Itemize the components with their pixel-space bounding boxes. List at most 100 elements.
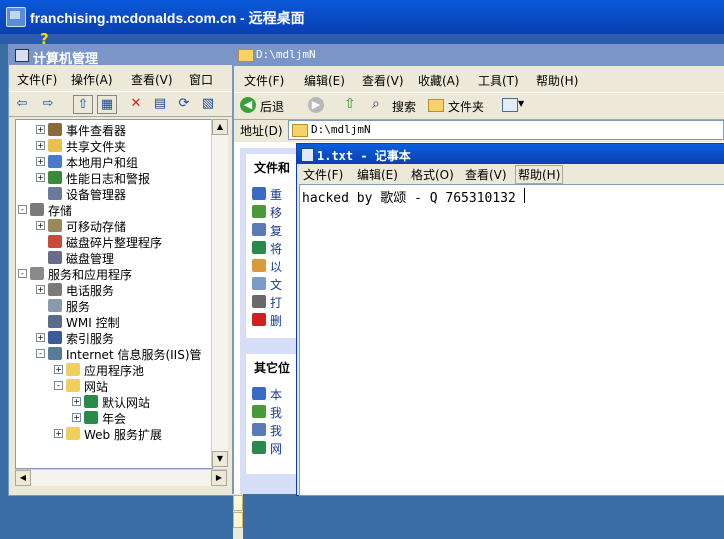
tree-item-label: 设备管理器 [66, 188, 127, 202]
collapse-icon[interactable]: - [36, 349, 45, 358]
tree-item[interactable]: - 网站 [16, 378, 212, 394]
tree-item-label: WMI 控制 [66, 316, 120, 330]
task-icon [252, 405, 266, 418]
tree-item[interactable]: - 服务和应用程序 [16, 266, 212, 282]
menu-window[interactable]: 窗口 [189, 71, 213, 88]
expand-icon[interactable]: + [36, 221, 45, 230]
tree-item[interactable]: + 电话服务 [16, 282, 212, 298]
menu-edit[interactable]: 编辑(E) [357, 166, 398, 183]
menu-action[interactable]: 操作(A) [71, 71, 113, 88]
properties-icon[interactable]: ▤ [151, 95, 169, 112]
task-label: 我 [270, 424, 283, 438]
delete-icon[interactable]: ✕ [127, 95, 145, 112]
tree-item[interactable]: + 索引服务 [16, 330, 212, 346]
expand-icon[interactable]: + [36, 125, 45, 134]
tree-item[interactable]: - 存储 [16, 202, 212, 218]
indexing-icon [48, 331, 62, 344]
tree-item[interactable]: + 本地用户和组 [16, 154, 212, 170]
expand-icon[interactable]: + [36, 141, 45, 150]
task-label: 本 [270, 388, 283, 402]
expand-icon[interactable]: + [36, 173, 45, 182]
explorer-titlebar: D:\mdljmN [234, 44, 724, 66]
expand-icon[interactable]: + [36, 157, 45, 166]
menu-help[interactable]: 帮助(H) [536, 72, 578, 89]
scroll-up-button[interactable]: ▲ [212, 119, 228, 135]
forward-arrow-icon[interactable]: ▶ [308, 97, 324, 113]
tree-item[interactable]: 磁盘碎片整理程序 [16, 234, 212, 250]
up-folder-icon[interactable]: ⇧ [344, 96, 356, 112]
views-icon[interactable] [502, 98, 518, 112]
expand-icon[interactable]: + [54, 365, 63, 374]
expand-icon[interactable]: + [72, 397, 81, 406]
tree-item[interactable]: + 性能日志和警报 [16, 170, 212, 186]
task-label: 打 [270, 296, 283, 310]
menu-edit[interactable]: 编辑(E) [304, 72, 345, 89]
tree-item[interactable]: + 事件查看器 [16, 122, 212, 138]
tree-item-label: 网站 [84, 380, 109, 394]
menu-file[interactable]: 文件(F) [303, 166, 343, 183]
menu-format[interactable]: 格式(O) [411, 166, 454, 183]
tree-item-label: 磁盘管理 [66, 252, 115, 266]
tree-item[interactable]: 磁盘管理 [16, 250, 212, 266]
folders-icon[interactable] [428, 99, 444, 112]
tree-item[interactable]: WMI 控制 [16, 314, 212, 330]
menu-view[interactable]: 查看(V) [465, 166, 507, 183]
expand-icon[interactable]: + [36, 333, 45, 342]
menu-view[interactable]: 查看(V) [362, 72, 404, 89]
collapse-icon[interactable]: - [18, 205, 27, 214]
tree-item[interactable]: 设备管理器 [16, 186, 212, 202]
back-button[interactable]: 后退 [260, 98, 284, 115]
search-icon[interactable]: ⌕ [372, 96, 380, 112]
tree-item-label: 索引服务 [66, 332, 115, 346]
device-manager-icon [48, 187, 62, 200]
tree-horizontal-scrollbar[interactable]: ◀ ▶ [15, 469, 227, 486]
show-tree-icon[interactable]: ▦ [97, 95, 117, 114]
chevron-down-icon[interactable]: ▼ [518, 99, 524, 108]
folder-icon [66, 427, 80, 440]
expand-icon[interactable]: + [36, 285, 45, 294]
tree-item[interactable]: + 默认网站 [16, 394, 212, 410]
tree-item-label: 电话服务 [66, 284, 115, 298]
folders-button[interactable]: 文件夹 [448, 98, 484, 115]
tree-item[interactable]: + 共享文件夹 [16, 138, 212, 154]
tree-item-label: Internet 信息服务(IIS)管 [66, 348, 202, 362]
search-button[interactable]: 搜索 [392, 98, 416, 115]
window-title: 计算机管理 [33, 52, 99, 67]
refresh-icon[interactable]: ⟳ [175, 95, 193, 112]
text-editor[interactable]: hacked by 歌颂 - Q 765310132 [299, 184, 724, 496]
menu-file[interactable]: 文件(F) [17, 71, 57, 88]
tree-vertical-scrollbar[interactable]: ▲ ▼ [211, 119, 228, 467]
task-icon [252, 441, 266, 454]
tree-item[interactable]: + 可移动存储 [16, 218, 212, 234]
tree-item[interactable]: + 应用程序池 [16, 362, 212, 378]
address-input[interactable]: D:\mdljmN [288, 120, 724, 140]
folder-icon [66, 363, 80, 376]
back-arrow-icon[interactable]: ⇦ [13, 95, 31, 112]
menu-help[interactable]: 帮助(H) [515, 165, 564, 184]
tree-item[interactable]: + 年会 [16, 410, 212, 426]
back-arrow-icon[interactable]: ◀ [240, 97, 256, 113]
telephony-icon [48, 283, 62, 296]
tree-item-label: 服务 [66, 300, 91, 314]
tree-item[interactable]: - Internet 信息服务(IIS)管 [16, 346, 212, 362]
tree-item-label: 存储 [48, 204, 73, 218]
menu-favorites[interactable]: 收藏(A) [418, 72, 460, 89]
wmi-icon [48, 315, 62, 328]
task-label: 网 [270, 442, 283, 456]
menu-tools[interactable]: 工具(T) [478, 72, 519, 89]
collapse-icon[interactable]: - [54, 381, 63, 390]
forward-arrow-icon[interactable]: ⇨ [39, 95, 57, 112]
menu-file[interactable]: 文件(F) [244, 72, 284, 89]
scroll-left-button[interactable]: ◀ [15, 470, 31, 486]
scroll-down-button[interactable]: ▼ [212, 451, 228, 467]
tree-item[interactable]: 服务 [16, 298, 212, 314]
expand-icon[interactable]: + [54, 429, 63, 438]
up-folder-icon[interactable]: ⇧ [73, 95, 93, 114]
menu-view[interactable]: 查看(V) [131, 71, 173, 88]
collapse-icon[interactable]: - [18, 269, 27, 278]
scroll-right-button[interactable]: ▶ [211, 470, 227, 486]
export-icon[interactable]: ▧ [199, 95, 217, 112]
expand-icon[interactable]: + [72, 413, 81, 422]
tree-item[interactable]: + Web 服务扩展 [16, 426, 212, 442]
desktop-background [0, 34, 724, 44]
